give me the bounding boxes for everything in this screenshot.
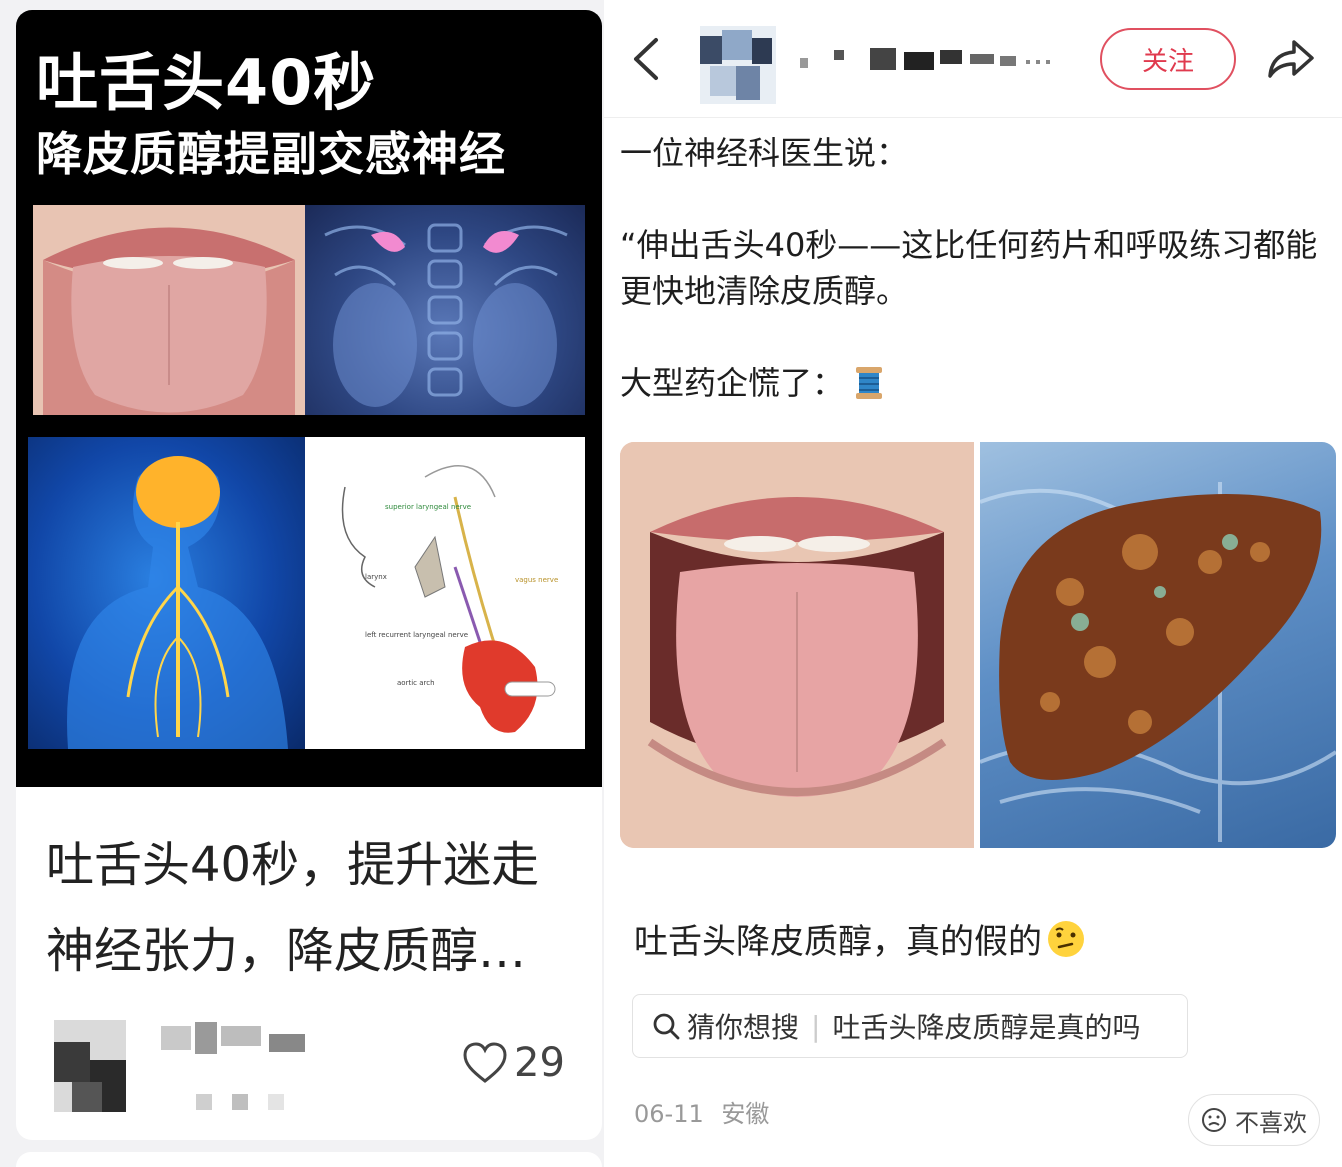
author-avatar[interactable] — [54, 1020, 126, 1112]
thinking-face-emoji — [1048, 920, 1084, 957]
post-meta: 06-11 安徽 — [634, 1094, 769, 1129]
note-title[interactable]: 吐舌头40秒，提升迷走 神经张力，降皮质醇… — [46, 822, 586, 994]
next-note-card[interactable] — [16, 1152, 602, 1167]
top-bar: 关注 — [604, 0, 1342, 118]
diagram-label-superior: superior laryngeal nerve — [385, 503, 471, 511]
cover-title-line1: 吐舌头40秒 — [36, 46, 377, 119]
post-title: 吐舌头降皮质醇，真的假的 — [634, 914, 1086, 963]
author-avatar[interactable] — [700, 26, 776, 104]
tongue-photo — [33, 205, 305, 415]
note-card[interactable]: 吐舌头40秒 降皮质醇提副交感神经 superior laryngeal ner… — [16, 10, 602, 1140]
cover-image[interactable]: 吐舌头40秒 降皮质醇提副交感神经 superior laryngeal ner… — [16, 10, 602, 787]
search-icon — [653, 1013, 680, 1040]
post-body: 一位神经科医生说： “伸出舌头40秒——这比任何药片和呼吸练习都能更快地清除皮质… — [620, 130, 1334, 406]
diagram-label-larynx: larynx — [365, 573, 387, 581]
search-prefix: 猜你想搜 — [687, 1011, 800, 1044]
author-name[interactable] — [161, 1022, 331, 1054]
post-date: 06-11 — [634, 1100, 704, 1128]
search-divider: | — [811, 1009, 821, 1043]
author-name[interactable] — [800, 46, 1070, 76]
like-button[interactable]: 29 — [462, 1040, 565, 1086]
like-count: 29 — [514, 1040, 565, 1086]
tongue-photo[interactable] — [620, 442, 974, 848]
note-title-line1: 吐舌头40秒，提升迷走 — [46, 837, 540, 893]
suggested-search[interactable]: 猜你想搜 | 吐舌头降皮质醇是真的吗 — [632, 994, 1188, 1058]
vagus-body-illustration — [28, 437, 305, 749]
note-title-line2: 神经张力，降皮质醇… — [46, 923, 527, 979]
diagram-label-vagus: vagus nerve — [515, 576, 558, 584]
adrenal-illustration — [305, 205, 585, 415]
back-arrow-icon[interactable] — [626, 34, 666, 84]
liver-illustration[interactable] — [980, 442, 1336, 848]
post-location: 安徽 — [721, 1100, 770, 1128]
vagus-nerve-diagram: superior laryngeal nerve larynx vagus ne… — [305, 437, 585, 749]
dislike-label: 不喜欢 — [1235, 1108, 1307, 1137]
thread-spool-emoji — [856, 367, 883, 399]
dislike-button[interactable]: 不喜欢 — [1188, 1094, 1320, 1146]
post-title-text: 吐舌头降皮质醇，真的假的 — [634, 922, 1042, 962]
diagram-label-recurrent: left recurrent laryngeal nerve — [365, 631, 468, 639]
post-body-quote: “伸出舌头40秒——这比任何药片和呼吸练习都能更快地清除皮质醇。 — [620, 226, 1318, 310]
post-body-line1: 一位神经科医生说： — [620, 134, 909, 172]
post-detail: 关注 一位神经科医生说： “伸出舌头40秒——这比任何药片和呼吸练习都能更快地清… — [604, 0, 1342, 1167]
follow-button[interactable]: 关注 — [1100, 28, 1236, 90]
screenshot-root: 吐舌头40秒 降皮质醇提副交感神经 superior laryngeal ner… — [0, 0, 1342, 1167]
heart-outline-icon — [463, 1042, 507, 1083]
post-body-line3: 大型药企慌了： — [620, 360, 1334, 406]
author-subtitle — [176, 1092, 286, 1112]
cover-title-line2: 降皮质醇提副交感神经 — [36, 127, 506, 181]
search-query: 吐舌头降皮质醇是真的吗 — [832, 1011, 1141, 1044]
frown-face-icon — [1202, 1108, 1226, 1132]
share-icon[interactable] — [1264, 34, 1316, 82]
diagram-label-aortic: aortic arch — [397, 679, 435, 687]
